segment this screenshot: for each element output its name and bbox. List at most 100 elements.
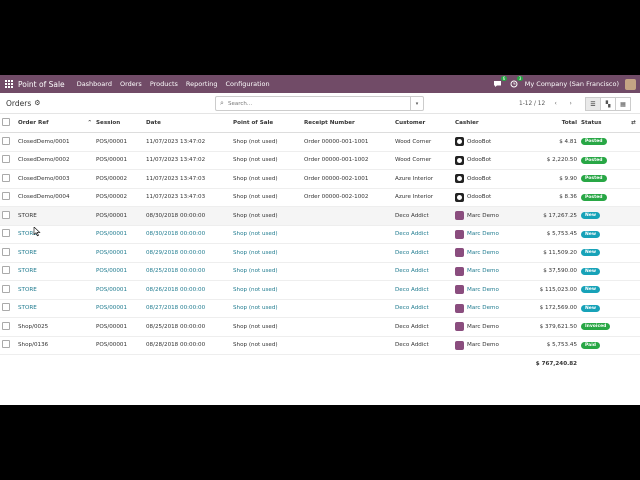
cell-customer: Deco Addict [393,299,453,318]
menu-reporting[interactable]: Reporting [186,80,218,88]
table-row[interactable]: ClosedDemo/0001 POS/00001 11/07/2023 13:47… [0,132,640,152]
user-avatar[interactable] [625,78,636,90]
mouse-cursor-icon [33,227,41,237]
kanban-view-icon[interactable]: ▚ [600,97,616,111]
cell-cashier: Marc Demo [453,225,513,244]
select-all-checkbox[interactable] [2,118,10,126]
table-row[interactable]: STORE POS/00001 08/29/2018 00:00:00 Shop (n… [0,243,640,263]
chevron-left-icon[interactable]: ‹ [551,99,560,108]
header-point-of-sale[interactable]: Point of Sale [231,114,302,133]
cell-session: POS/00001 [94,132,144,152]
pager-value[interactable]: 1-12 / 12 [519,101,545,107]
cell-point-of-sale: Shop (not used) [231,206,302,226]
cell-customer: Deco Addict [393,336,453,355]
orders-table: Order Ref ⌃ Session Date Point of Sale Re… [0,114,640,373]
cell-date: 11/07/2023 13:47:03 [144,188,231,207]
table-row[interactable]: STORE POS/00001 08/27/2018 00:00:00 Shop (n… [0,299,640,318]
cell-total: $ 8.36 [513,188,579,207]
cell-session: POS/00001 [94,280,144,300]
row-checkbox[interactable] [2,229,10,238]
row-checkbox[interactable] [2,155,10,164]
table-row[interactable]: ClosedDemo/0002 POS/00001 11/07/2023 13:47… [0,151,640,170]
table-row[interactable]: ClosedDemo/0003 POS/00002 11/07/2023 13:47… [0,169,640,189]
cell-status: Posted [579,132,629,152]
row-checkbox[interactable] [2,303,10,312]
cell-total: $ 11,509.20 [513,243,579,263]
row-checkbox[interactable] [2,284,10,293]
cashier-avatar [455,137,464,147]
menu-configuration[interactable]: Configuration [226,80,270,88]
cashier-avatar [455,174,464,184]
table-row[interactable]: STORE POS/00001 08/30/2018 00:00:00 Shop (n… [0,225,640,244]
header-total[interactable]: Total [513,114,579,133]
row-checkbox[interactable] [2,247,10,256]
cell-customer: Deco Addict [393,280,453,300]
row-checkbox[interactable] [2,266,10,275]
menu-products[interactable]: Products [150,80,178,88]
cell-point-of-sale: Shop (not used) [231,299,302,318]
header-customer[interactable]: Customer [393,114,453,133]
header-status[interactable]: Status [579,114,629,133]
header-date[interactable]: Date [144,114,231,133]
search-options-toggle[interactable]: ▾ [410,97,423,110]
cell-order-ref: ClosedDemo/0003 [16,169,94,189]
cell-date: 08/30/2018 00:00:00 [144,206,231,226]
cell-order-ref: Shop/0025 [16,317,94,337]
search-input[interactable]: Search... [228,101,252,107]
app-name[interactable]: Point of Sale [18,80,65,89]
cell-date: 11/07/2023 13:47:02 [144,132,231,152]
cell-total: $ 17,267.25 [513,206,579,226]
cell-customer: Azure Interior [393,188,453,207]
cell-total: $ 5,753.45 [513,225,579,244]
cell-date: 08/30/2018 00:00:00 [144,225,231,244]
cell-total: $ 5,753.45 [513,336,579,355]
menu-orders[interactable]: Orders [120,80,142,88]
table-row[interactable]: STORE POS/00001 08/30/2018 00:00:00 Shop (n… [0,206,640,226]
table-row[interactable]: Shop/0025 POS/00001 08/25/2018 00:00:00 Sho… [0,317,640,337]
cashier-name: OdooBot [467,138,492,145]
cell-session: POS/00002 [94,188,144,207]
cell-date: 11/07/2023 13:47:02 [144,151,231,170]
cell-customer: Deco Addict [393,206,453,226]
cell-total: $ 115,023.00 [513,280,579,300]
cashier-name: OdooBot [467,194,492,201]
apps-menu-icon[interactable] [0,75,18,93]
activities-icon[interactable]: 3 [509,76,523,89]
cell-order-ref: STORE [16,206,94,226]
table-row[interactable]: ClosedDemo/0004 POS/00002 11/07/2023 13:47… [0,188,640,207]
cell-receipt-number [302,206,393,226]
row-checkbox[interactable] [2,192,10,201]
cell-total: $ 37,590.00 [513,262,579,281]
row-checkbox[interactable] [2,136,10,145]
header-receipt-number[interactable]: Receipt Number [302,114,393,133]
menu-dashboard[interactable]: Dashboard [77,80,112,88]
cell-order-ref: STORE [16,299,94,318]
cell-status: New [579,243,629,263]
header-session[interactable]: Session [94,114,144,133]
row-checkbox[interactable] [2,173,10,182]
company-switcher[interactable]: My Company (San Francisco) [525,80,619,88]
messages-icon[interactable]: 6 [493,76,507,89]
chevron-right-icon[interactable]: › [566,99,575,108]
table-row[interactable]: STORE POS/00001 08/25/2018 00:00:00 Shop (n… [0,262,640,281]
status-badge: New [581,230,600,238]
cell-cashier: OdooBot [453,132,513,152]
optional-columns-icon[interactable]: ⇄ [629,114,640,133]
table-row[interactable]: Shop/0136 POS/00001 08/28/2018 00:00:00 Sho… [0,336,640,355]
pivot-view-icon[interactable]: ▦ [615,97,631,111]
table-row[interactable]: STORE POS/00001 08/26/2018 00:00:00 Shop (n… [0,280,640,300]
cell-date: 08/27/2018 00:00:00 [144,299,231,318]
row-checkbox[interactable] [2,321,10,330]
row-checkbox[interactable] [2,340,10,349]
cashier-name: Marc Demo [467,249,499,256]
cashier-avatar [455,303,464,313]
cell-session: POS/00002 [94,169,144,189]
gear-icon[interactable]: ⚙ [34,99,40,107]
row-checkbox[interactable] [2,210,10,219]
cell-receipt-number: Order 00000-002-1002 [302,188,393,207]
header-order-ref[interactable]: Order Ref ⌃ [16,114,94,133]
header-cashier[interactable]: Cashier [453,114,513,133]
cell-point-of-sale: Shop (not used) [231,317,302,337]
table-header: Order Ref ⌃ Session Date Point of Sale Re… [0,114,640,133]
list-view-icon[interactable]: ☰ [585,97,601,111]
